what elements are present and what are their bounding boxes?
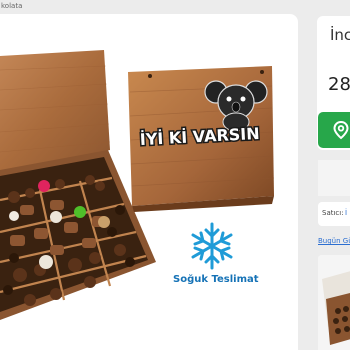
product-title: İnci [330,26,350,44]
thumbnail-image [318,255,350,350]
info-panel [318,160,350,196]
thumbnail-card[interactable] [318,255,350,350]
location-button[interactable] [318,112,350,148]
breadcrumb[interactable]: kolata [0,0,301,12]
seller-label: Satıcı: [322,209,344,217]
delivery-question-link[interactable]: Bugün Gü [318,237,350,245]
product-price: 28 [328,74,350,95]
seller-link[interactable]: İ [345,209,347,217]
product-image: İYİ Kİ VARSIN [0,50,275,320]
delivery-label: Soğuk Teslimat [173,274,259,285]
location-pin-icon [333,120,349,140]
product-image-card[interactable]: İYİ Kİ VARSIN [0,14,298,350]
snowflake-icon [191,222,233,270]
